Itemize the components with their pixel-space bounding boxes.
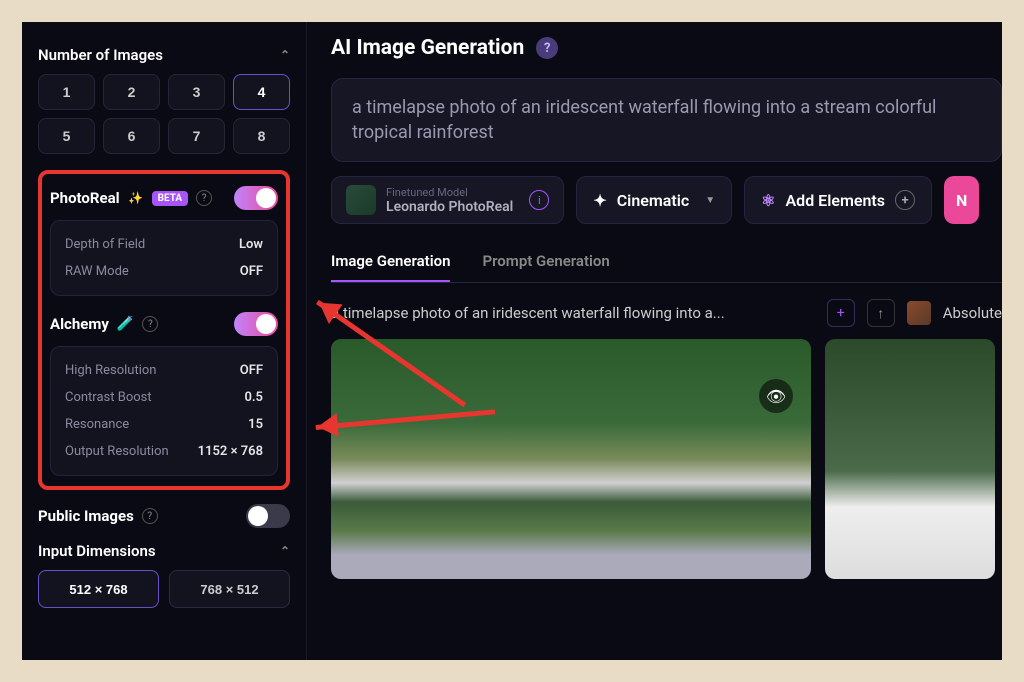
num-images-label: Number of Images (38, 46, 163, 64)
photoreal-settings: Depth of Field Low RAW Mode OFF (50, 220, 278, 296)
num-btn-7[interactable]: 7 (168, 118, 225, 154)
model-selector[interactable]: Finetuned Model Leonardo PhotoReal i (331, 176, 564, 224)
alchemy-toggle[interactable] (234, 312, 278, 336)
photoreal-title: PhotoReal (50, 189, 120, 207)
add-to-prompt-button[interactable]: + (827, 299, 855, 327)
model-controls-row: Finetuned Model Leonardo PhotoReal i ✦ C… (331, 176, 1002, 224)
high-res-row[interactable]: High Resolution OFF (65, 357, 263, 384)
eye-icon[interactable]: 👁 (759, 379, 793, 413)
style-selector[interactable]: ✦ Cinematic ▼ (576, 176, 732, 224)
new-button[interactable]: N (944, 176, 979, 224)
help-icon[interactable]: ? (196, 190, 212, 206)
raw-mode-row[interactable]: RAW Mode OFF (65, 258, 263, 285)
dim-512x768[interactable]: 512 × 768 (38, 570, 159, 608)
camera-sparkle-icon: ✨ (128, 190, 144, 206)
image-results: 👁 (331, 339, 1002, 579)
input-dimensions-header[interactable]: Input Dimensions ⌃ (38, 542, 290, 560)
num-btn-8[interactable]: 8 (233, 118, 290, 154)
contrast-boost-row[interactable]: Contrast Boost 0.5 (65, 384, 263, 411)
upload-button[interactable]: ↑ (867, 299, 895, 327)
result-header: a timelapse photo of an iridescent water… (331, 299, 1002, 327)
result-model-name: Absolute (943, 304, 1002, 322)
dimension-buttons: 512 × 768 768 × 512 (38, 570, 290, 608)
alchemy-title: Alchemy (50, 315, 109, 333)
generated-image-2[interactable] (825, 339, 995, 579)
add-elements-button[interactable]: ⚛ Add Elements + (744, 176, 932, 224)
chevron-up-icon: ⌃ (280, 544, 290, 558)
num-btn-6[interactable]: 6 (103, 118, 160, 154)
help-icon[interactable]: ? (536, 37, 558, 59)
chevron-down-icon: ▼ (705, 195, 715, 206)
num-btn-4[interactable]: 4 (233, 74, 290, 110)
sparkle-icon: ✦ (593, 191, 606, 210)
num-images-header[interactable]: Number of Images ⌃ (38, 46, 290, 64)
beta-badge: BETA (152, 191, 189, 206)
atom-icon: ⚛ (761, 191, 775, 210)
model-avatar (907, 301, 931, 325)
plus-icon: + (895, 190, 915, 210)
public-images-title: Public Images (38, 507, 134, 525)
tabs: Image Generation Prompt Generation (331, 242, 1002, 283)
flask-icon: 🧪 (117, 316, 134, 332)
photoreal-row: PhotoReal ✨ BETA ? (50, 186, 278, 210)
num-images-grid: 1 2 3 4 5 6 7 8 (38, 74, 290, 154)
result-title: a timelapse photo of an iridescent water… (331, 304, 815, 322)
chevron-up-icon: ⌃ (280, 48, 290, 62)
tab-prompt-generation[interactable]: Prompt Generation (482, 242, 609, 282)
public-images-toggle[interactable] (246, 504, 290, 528)
prompt-input[interactable]: a timelapse photo of an iridescent water… (331, 78, 1002, 162)
alchemy-row: Alchemy 🧪 ? (50, 312, 278, 336)
help-icon[interactable]: ? (142, 316, 158, 332)
num-btn-1[interactable]: 1 (38, 74, 95, 110)
highlighted-settings-box: PhotoReal ✨ BETA ? Depth of Field Low RA… (38, 170, 290, 490)
model-thumbnail (346, 185, 376, 215)
info-icon[interactable]: i (529, 190, 549, 210)
help-icon[interactable]: ? (142, 508, 158, 524)
public-images-row: Public Images ? (38, 504, 290, 528)
dim-768x512[interactable]: 768 × 512 (169, 570, 290, 608)
input-dimensions-label: Input Dimensions (38, 542, 156, 560)
output-resolution-row[interactable]: Output Resolution 1152 × 768 (65, 438, 263, 465)
num-btn-5[interactable]: 5 (38, 118, 95, 154)
num-btn-3[interactable]: 3 (168, 74, 225, 110)
resonance-row[interactable]: Resonance 15 (65, 411, 263, 438)
num-btn-2[interactable]: 2 (103, 74, 160, 110)
photoreal-toggle[interactable] (234, 186, 278, 210)
alchemy-settings: High Resolution OFF Contrast Boost 0.5 R… (50, 346, 278, 476)
depth-of-field-row[interactable]: Depth of Field Low (65, 231, 263, 258)
page-title: AI Image Generation ? (331, 36, 1002, 60)
generated-image-1[interactable]: 👁 (331, 339, 811, 579)
tab-image-generation[interactable]: Image Generation (331, 242, 450, 282)
